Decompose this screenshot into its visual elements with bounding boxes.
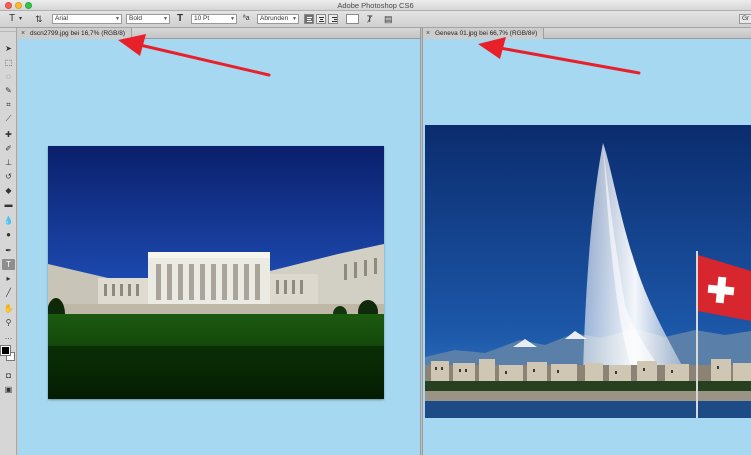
font-family-select[interactable]: Arial ▼ [52, 14, 122, 24]
line-tool-icon[interactable]: ╱ [2, 287, 15, 298]
eyedropper-tool-icon[interactable]: ⟋ [2, 113, 15, 124]
document-tab-label: dscn2799.jpg bei 16,7% (RGB/8) [30, 30, 126, 37]
align-center-button[interactable] [316, 14, 326, 24]
pen-tool-icon[interactable]: ✒ [2, 245, 15, 256]
align-left-button[interactable] [304, 14, 314, 24]
font-family-value: Arial [55, 15, 69, 22]
quick-select-tool-icon[interactable]: ✎ [2, 85, 15, 96]
warp-text-icon[interactable]: Ⱦ [367, 13, 373, 25]
history-brush-icon[interactable]: ↺ [2, 171, 15, 182]
font-style-value: Bold [129, 15, 143, 22]
font-style-select[interactable]: Bold ▼ [126, 14, 170, 24]
text-color-swatch[interactable] [346, 14, 359, 24]
anti-alias-select[interactable]: Abrunden ▼ [257, 14, 299, 24]
lasso-tool-icon[interactable]: ◌ [2, 71, 15, 82]
brush-tool-icon[interactable]: ✐ [2, 143, 15, 154]
close-icon[interactable]: × [21, 28, 25, 39]
eraser-tool-icon[interactable]: ◆ [2, 185, 15, 196]
color-swatches[interactable] [0, 345, 16, 362]
blur-tool-icon[interactable]: 💧 [2, 215, 15, 226]
options-bar: T ▾ ⇅ Arial ▼ Bold ▼ T 10 Pt ▼ ªa Abrund… [0, 11, 751, 28]
canvas-area[interactable] [18, 39, 420, 455]
screen-mode-icon[interactable]: ▣ [2, 384, 15, 395]
foreground-color[interactable] [0, 345, 11, 356]
palace-photo [48, 146, 384, 399]
document-tabbar: × Geneva 01.jpg bei 66,7% (RGB/8#) [423, 28, 751, 39]
move-tool-icon[interactable]: ➤ [2, 43, 15, 54]
gradient-tool-icon[interactable]: ▬ [2, 199, 15, 210]
canvas-area[interactable] [423, 39, 751, 455]
clone-stamp-icon[interactable]: ⊥ [2, 157, 15, 168]
panel-grip[interactable] [0, 28, 16, 32]
font-size-icon: T [177, 13, 184, 24]
extra-tools-icon[interactable]: … [2, 331, 15, 342]
anti-alias-value: Abrunden [260, 15, 289, 22]
quick-mask-icon[interactable]: ◘ [2, 370, 15, 381]
document-window-right: × Geneva 01.jpg bei 66,7% (RGB/8#) [423, 28, 751, 455]
preset-dropdown-icon[interactable]: ▾ [19, 13, 22, 25]
type-tool-preset-icon[interactable]: T [9, 13, 15, 25]
chevron-down-icon: ▼ [163, 16, 168, 22]
document-tab-label: Geneva 01.jpg bei 66,7% (RGB/8#) [435, 30, 538, 37]
path-select-icon[interactable]: ▸ [2, 273, 15, 284]
marquee-tool-icon[interactable]: ⬚ [2, 57, 15, 68]
document-window-left: × dscn2799.jpg bei 16,7% (RGB/8) [18, 28, 420, 455]
anti-alias-icon: ªa [243, 15, 250, 22]
geneva-photo [425, 125, 751, 418]
type-tool-icon[interactable]: T [2, 259, 15, 270]
close-icon[interactable]: × [426, 28, 430, 39]
font-size-value: 10 Pt [194, 15, 210, 22]
crop-tool-icon[interactable]: ⌗ [2, 99, 15, 110]
healing-brush-icon[interactable]: ✚ [2, 129, 15, 140]
workspace-label: Gr [742, 15, 750, 22]
tools-panel: ➤ ⬚ ◌ ✎ ⌗ ⟋ ✚ ✐ ⊥ ↺ ◆ ▬ 💧 ● ✒ T ▸ ╱ ✋ ⚲ … [0, 28, 17, 455]
document-tab[interactable]: × dscn2799.jpg bei 16,7% (RGB/8) [18, 28, 133, 39]
align-right-button[interactable] [328, 14, 338, 24]
zoom-tool-icon[interactable]: ⚲ [2, 317, 15, 328]
app-title: Adobe Photoshop CS6 [337, 1, 414, 10]
hand-tool-icon[interactable]: ✋ [2, 303, 15, 314]
document-tab[interactable]: × Geneva 01.jpg bei 66,7% (RGB/8#) [423, 28, 545, 39]
text-orientation-icon[interactable]: ⇅ [35, 13, 43, 25]
chevron-down-icon: ▼ [292, 16, 297, 22]
workspace-select[interactable]: Gr [739, 14, 751, 24]
font-size-select[interactable]: 10 Pt ▼ [191, 14, 237, 24]
dodge-tool-icon[interactable]: ● [2, 229, 15, 240]
chevron-down-icon: ▼ [115, 16, 120, 22]
chevron-down-icon: ▼ [230, 16, 235, 22]
document-tabbar: × dscn2799.jpg bei 16,7% (RGB/8) [18, 28, 420, 39]
character-panel-icon[interactable]: ▤ [384, 13, 393, 25]
title-bar: Adobe Photoshop CS6 [0, 0, 751, 11]
